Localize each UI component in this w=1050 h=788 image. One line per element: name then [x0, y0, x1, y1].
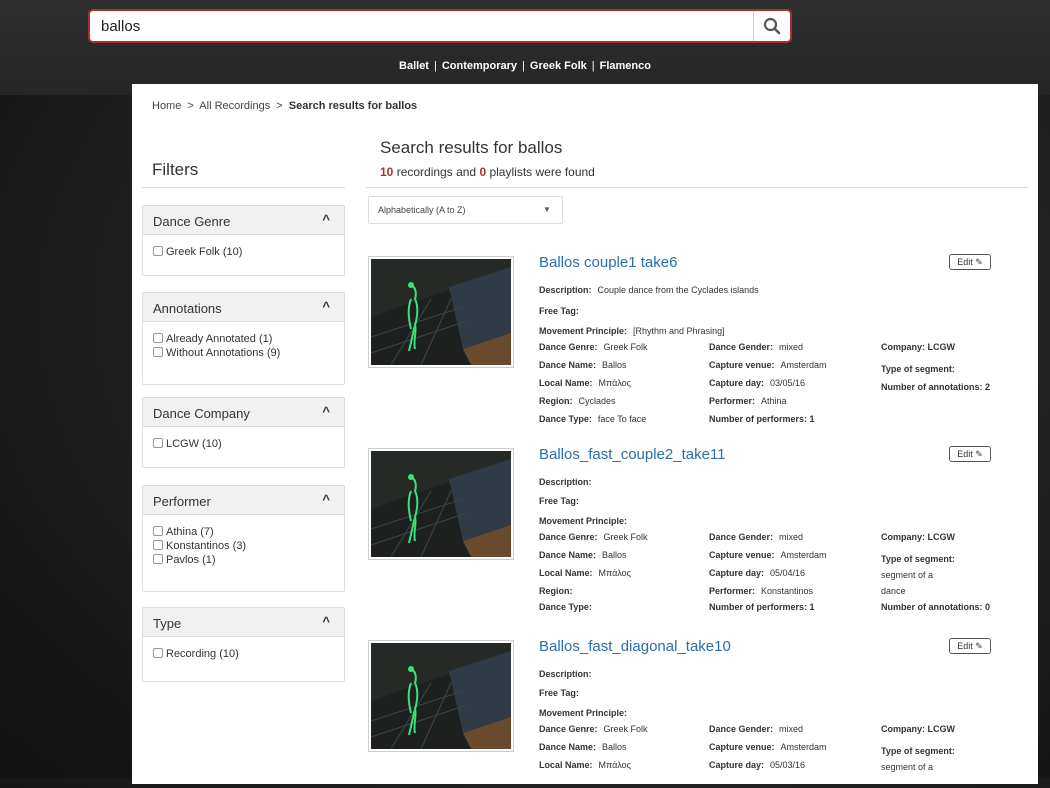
checkbox[interactable]	[153, 438, 163, 448]
filter-option[interactable]: Without Annotations (9)	[153, 346, 334, 360]
nav-greek-folk[interactable]: Greek Folk	[530, 60, 587, 72]
recording-title-link[interactable]: Ballos couple1 take6	[539, 254, 677, 271]
search-bar	[88, 9, 792, 43]
filter-type: Type ^ Recording (10)	[142, 607, 345, 682]
filter-annotations: Annotations ^ Already Annotated (1) With…	[142, 292, 345, 385]
nav-contemporary[interactable]: Contemporary	[442, 60, 517, 72]
results-title: Search results for ballos	[380, 138, 563, 157]
search-button[interactable]	[753, 11, 790, 41]
edit-button[interactable]: Edit ✎	[949, 254, 991, 270]
checkbox[interactable]	[153, 333, 163, 343]
edit-icon: ✎	[975, 257, 983, 267]
recording-thumbnail[interactable]	[368, 256, 514, 368]
results-summary: 10 recordings and 0 playlists were found	[380, 165, 595, 179]
chevron-up-icon[interactable]: ^	[322, 614, 330, 629]
recording-title-link[interactable]: Ballos_fast_diagonal_take10	[539, 638, 731, 655]
filter-option[interactable]: Konstantinos (3)	[153, 539, 334, 553]
filter-option[interactable]: LCGW (10)	[153, 437, 334, 451]
filter-option[interactable]: Recording (10)	[153, 647, 334, 661]
nav-ballet[interactable]: Ballet	[399, 60, 429, 72]
chevron-up-icon[interactable]: ^	[322, 212, 330, 227]
filter-option[interactable]: Athina (7)	[153, 525, 334, 539]
filters-title: Filters	[152, 160, 199, 179]
search-input[interactable]	[90, 11, 755, 41]
recording-title-link[interactable]: Ballos_fast_couple2_take11	[539, 446, 726, 463]
playlists-count: 0	[479, 165, 487, 179]
sort-select[interactable]: Alphabetically (A to Z) ▼	[368, 196, 563, 224]
edit-button[interactable]: Edit ✎	[949, 446, 991, 462]
filter-option[interactable]: Pavlos (1)	[153, 553, 334, 567]
dance-figure-icon	[371, 259, 511, 365]
recording-card: Ballos_fast_couple2_take11 Edit ✎ Descri…	[368, 446, 1028, 636]
divider	[142, 187, 345, 188]
breadcrumb-current: Search results for ballos	[288, 100, 418, 112]
filter-header[interactable]: Type ^	[143, 608, 344, 637]
recording-thumbnail[interactable]	[368, 640, 514, 752]
search-icon	[763, 17, 781, 35]
dance-figure-icon	[371, 643, 511, 749]
caret-down-icon: ▼	[543, 205, 551, 214]
checkbox[interactable]	[153, 540, 163, 550]
chevron-up-icon[interactable]: ^	[322, 492, 330, 507]
nav-flamenco[interactable]: Flamenco	[600, 60, 651, 72]
edit-icon: ✎	[975, 449, 983, 459]
filter-header[interactable]: Performer ^	[143, 486, 344, 515]
checkbox[interactable]	[153, 648, 163, 658]
breadcrumb-all-recordings[interactable]: All Recordings	[199, 100, 270, 112]
main-panel: Home > All Recordings > Search results f…	[132, 84, 1038, 784]
recording-card: Ballos couple1 take6 Edit ✎ Description:…	[368, 254, 1028, 444]
checkbox[interactable]	[153, 554, 163, 564]
filter-dance-genre: Dance Genre ^ Greek Folk (10)	[142, 205, 345, 276]
dance-figure-icon	[371, 451, 511, 557]
checkbox[interactable]	[153, 526, 163, 536]
breadcrumb-home[interactable]: Home	[152, 100, 181, 112]
filter-performer: Performer ^ Athina (7) Konstantinos (3) …	[142, 485, 345, 592]
filter-header[interactable]: Dance Company ^	[143, 398, 344, 427]
recordings-count: 10	[380, 165, 394, 179]
checkbox[interactable]	[153, 246, 163, 256]
genre-nav: Ballet | Contemporary | Greek Folk | Flamenco	[399, 60, 651, 72]
filter-header[interactable]: Annotations ^	[143, 293, 344, 322]
chevron-up-icon[interactable]: ^	[322, 299, 330, 314]
filter-option[interactable]: Greek Folk (10)	[153, 245, 334, 259]
divider	[366, 187, 1028, 188]
breadcrumb: Home > All Recordings > Search results f…	[152, 100, 418, 112]
filter-header[interactable]: Dance Genre ^	[143, 206, 344, 235]
filter-dance-company: Dance Company ^ LCGW (10)	[142, 397, 345, 468]
recording-thumbnail[interactable]	[368, 448, 514, 560]
filter-option[interactable]: Already Annotated (1)	[153, 332, 334, 346]
edit-button[interactable]: Edit ✎	[949, 638, 991, 654]
checkbox[interactable]	[153, 347, 163, 357]
recording-card: Ballos_fast_diagonal_take10 Edit ✎ Descr…	[368, 638, 1028, 788]
chevron-up-icon[interactable]: ^	[322, 404, 330, 419]
edit-icon: ✎	[975, 641, 983, 651]
